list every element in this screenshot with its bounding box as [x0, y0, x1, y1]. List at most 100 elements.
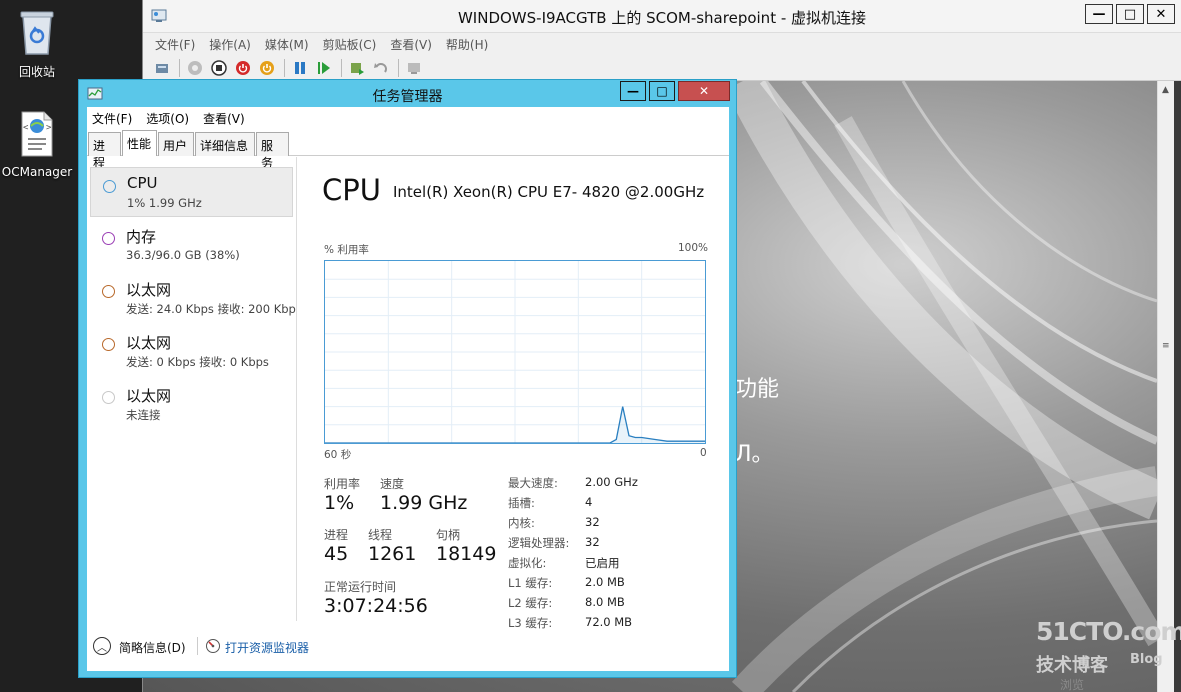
- resource-list: CPU 1% 1.99 GHz 内存 36.3/96.0 GB (38%) 以太…: [87, 157, 297, 621]
- spec-cores-value: 32: [585, 515, 600, 529]
- vm-menu-clipboard[interactable]: 剪贴板(C): [323, 36, 377, 53]
- recycle-bin[interactable]: 回收站: [0, 8, 74, 80]
- scroll-up-icon[interactable]: ▲: [1162, 85, 1169, 95]
- spec-logical-value: 32: [585, 535, 600, 549]
- tab-details[interactable]: 详细信息: [195, 132, 255, 156]
- uptime-value: 3:07:24:56: [324, 595, 428, 617]
- enhanced-session-icon[interactable]: [405, 59, 423, 77]
- resume-icon[interactable]: [315, 59, 333, 77]
- spec-max-speed-value: 2.00 GHz: [585, 475, 638, 489]
- tm-maximize-button[interactable]: □: [649, 81, 675, 101]
- spec-l1-value: 2.0 MB: [585, 575, 625, 589]
- tab-services[interactable]: 服务: [256, 132, 289, 170]
- resource-name: 以太网: [126, 334, 172, 352]
- resource-summary: 未连接: [126, 408, 161, 422]
- tm-close-button[interactable]: ✕: [678, 81, 730, 101]
- tm-menu-bar: 文件(F) 选项(O) 查看(V): [87, 107, 729, 130]
- vm-menu-view[interactable]: 查看(V): [390, 36, 432, 53]
- spec-cores-label: 内核:: [508, 516, 535, 530]
- resource-summary: 36.3/96.0 GB (38%): [126, 248, 240, 262]
- spec-l2-label: L2 缓存:: [508, 596, 553, 610]
- threads-value: 1261: [368, 543, 417, 565]
- power-icon[interactable]: [258, 59, 276, 77]
- guest-text-fragment: Л。: [735, 442, 774, 467]
- watermark-site: 51CTO.com: [1036, 617, 1181, 646]
- resource-item-ethernet-3[interactable]: 以太网 未连接: [90, 379, 293, 429]
- vm-window-title: WINDOWS-I9ACGTB 上的 SCOM-sharepoint - 虚拟机…: [457, 9, 867, 27]
- toolbar-separator: [179, 58, 180, 77]
- vm-maximize-button[interactable]: □: [1116, 4, 1144, 24]
- ctrl-alt-del-icon[interactable]: [153, 59, 171, 77]
- recycle-bin-icon: [17, 11, 57, 59]
- snapshot-icon[interactable]: [348, 59, 366, 77]
- vm-menu-media[interactable]: 媒体(M): [265, 36, 309, 53]
- revert-icon[interactable]: [372, 59, 390, 77]
- fewer-details-button[interactable]: 简略信息(D): [119, 639, 186, 656]
- tm-minimize-button[interactable]: —: [620, 81, 646, 101]
- handles-label: 句柄: [436, 528, 461, 542]
- graph-y-label: % 利用率: [324, 244, 369, 256]
- recycle-bin-label: 回收站: [18, 65, 55, 79]
- vm-menu-action[interactable]: 操作(A): [209, 36, 251, 53]
- watermark-blog: Blog: [1130, 652, 1163, 667]
- toolbar-separator: [341, 58, 342, 77]
- ocmanager-shortcut[interactable]: < > OCManager: [0, 110, 74, 179]
- resource-name: 内存: [126, 228, 157, 246]
- svg-text:>: >: [46, 123, 52, 133]
- vm-toolbar: [143, 55, 1181, 81]
- tm-footer: ︿ 简略信息(D) 打开资源监视器: [87, 621, 729, 671]
- open-resource-monitor-link[interactable]: 打开资源监视器: [225, 639, 309, 656]
- start-icon[interactable]: [186, 59, 204, 77]
- processes-label: 进程: [324, 528, 349, 542]
- resource-summary: 发送: 24.0 Kbps 接收: 200 Kbps: [126, 302, 296, 316]
- detail-heading: CPU: [322, 173, 381, 207]
- tm-menu-options[interactable]: 选项(O): [146, 110, 189, 127]
- chevron-up-icon[interactable]: ︿: [93, 637, 111, 655]
- tab-processes[interactable]: 进程: [88, 132, 121, 170]
- vm-menu-help[interactable]: 帮助(H): [446, 36, 488, 53]
- guest-vertical-scrollbar[interactable]: ▲ ≡: [1157, 81, 1174, 692]
- watermark-blog-cn: 技术博客: [1036, 655, 1108, 676]
- processes-value: 45: [324, 543, 349, 565]
- resource-item-cpu[interactable]: CPU 1% 1.99 GHz: [90, 167, 293, 217]
- ethernet-status-dot: [102, 391, 115, 404]
- tab-users[interactable]: 用户: [158, 132, 194, 156]
- graph-y-max: 100%: [678, 242, 709, 254]
- vm-menu-file[interactable]: 文件(F): [155, 36, 195, 53]
- tm-menu-file[interactable]: 文件(F): [92, 110, 132, 127]
- turn-off-icon[interactable]: [210, 59, 228, 77]
- guest-text-feature: 功能: [735, 377, 780, 402]
- spec-max-speed-label: 最大速度:: [508, 476, 558, 490]
- cpu-utilization-graph: [324, 260, 706, 444]
- spec-l2-value: 8.0 MB: [585, 595, 625, 609]
- spec-logical-label: 逻辑处理器:: [508, 536, 570, 550]
- spec-sockets-label: 插槽:: [508, 496, 535, 510]
- ocmanager-label: OCManager: [1, 165, 73, 179]
- vm-close-button[interactable]: ✕: [1147, 4, 1175, 24]
- toolbar-separator: [398, 58, 399, 77]
- resource-monitor-icon[interactable]: [205, 638, 221, 658]
- shutdown-icon[interactable]: [234, 59, 252, 77]
- resource-name: CPU: [127, 174, 158, 192]
- spec-virtualization-label: 虚拟化:: [508, 556, 547, 570]
- right-edge-strip: [1174, 81, 1181, 692]
- resource-name: 以太网: [126, 387, 172, 405]
- svg-text:<: <: [23, 123, 29, 133]
- vm-title-bar[interactable]: WINDOWS-I9ACGTB 上的 SCOM-sharepoint - 虚拟机…: [143, 0, 1181, 33]
- memory-status-dot: [102, 232, 115, 245]
- watermark-fragment: 浏览: [1060, 678, 1085, 692]
- cpu-model-name: Intel(R) Xeon(R) CPU E7- 4820 @2.00GHz: [393, 183, 705, 201]
- ethernet-status-dot: [102, 338, 115, 351]
- vm-minimize-button[interactable]: —: [1085, 4, 1113, 24]
- resource-item-ethernet-2[interactable]: 以太网 发送: 0 Kbps 接收: 0 Kbps: [90, 326, 293, 376]
- resource-item-memory[interactable]: 内存 36.3/96.0 GB (38%): [90, 220, 293, 270]
- scroll-thumb-grip-icon[interactable]: ≡: [1162, 341, 1170, 351]
- tab-performance[interactable]: 性能: [122, 130, 157, 156]
- resource-item-ethernet-1[interactable]: 以太网 发送: 24.0 Kbps 接收: 200 Kbps: [90, 273, 296, 323]
- pause-icon[interactable]: [291, 59, 309, 77]
- tm-menu-view[interactable]: 查看(V): [203, 110, 245, 127]
- tm-title-bar[interactable]: 任务管理器 — □ ✕: [79, 80, 736, 107]
- cpu-status-dot: [103, 180, 116, 193]
- resource-name: 以太网: [126, 281, 172, 299]
- cpu-graph-svg: [325, 261, 705, 444]
